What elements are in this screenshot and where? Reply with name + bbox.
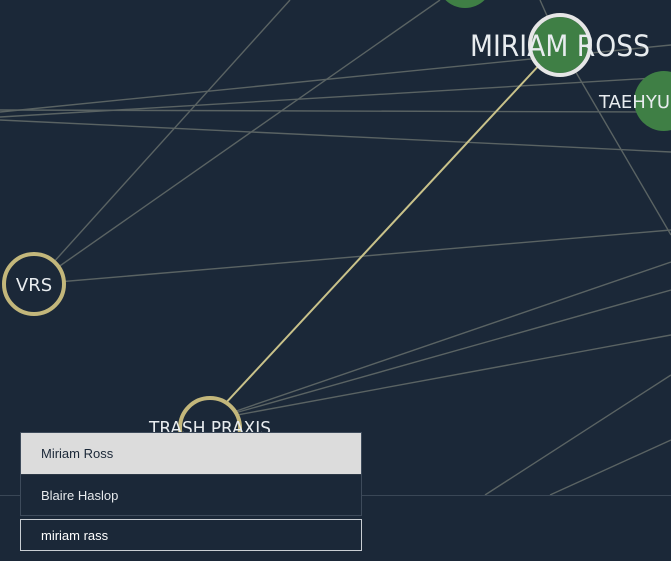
- edge: [0, 119, 671, 153]
- edge: [209, 261, 671, 421]
- edge: [484, 374, 671, 496]
- node-top[interactable]: [437, 0, 493, 8]
- edge: [33, 0, 441, 285]
- edge: [33, 229, 671, 285]
- highlighted-edge: [209, 61, 543, 421]
- node-label-miriam-ross: MIRIAM ROSS: [470, 29, 650, 63]
- node-vrs[interactable]: VRS: [2, 252, 66, 316]
- node-label-vrs: VRS: [16, 275, 52, 296]
- suggestion-item[interactable]: Miriam Ross: [21, 433, 361, 474]
- edge: [209, 334, 671, 421]
- node-miriam-ross[interactable]: MIRIAM ROSS: [470, 13, 650, 77]
- search-input[interactable]: [20, 519, 362, 551]
- autocomplete-list: Miriam Ross Blaire Haslop: [20, 432, 362, 516]
- node-label-taehyun: TAEHYUN: [598, 92, 671, 113]
- suggestion-item[interactable]: Blaire Haslop: [21, 474, 361, 515]
- edge: [209, 289, 671, 421]
- edge: [549, 439, 671, 496]
- graph-view: TAEHYUN MIRIAM ROSS VRS TRASH PRAXIS Mir…: [0, 0, 671, 561]
- edge: [33, 0, 291, 285]
